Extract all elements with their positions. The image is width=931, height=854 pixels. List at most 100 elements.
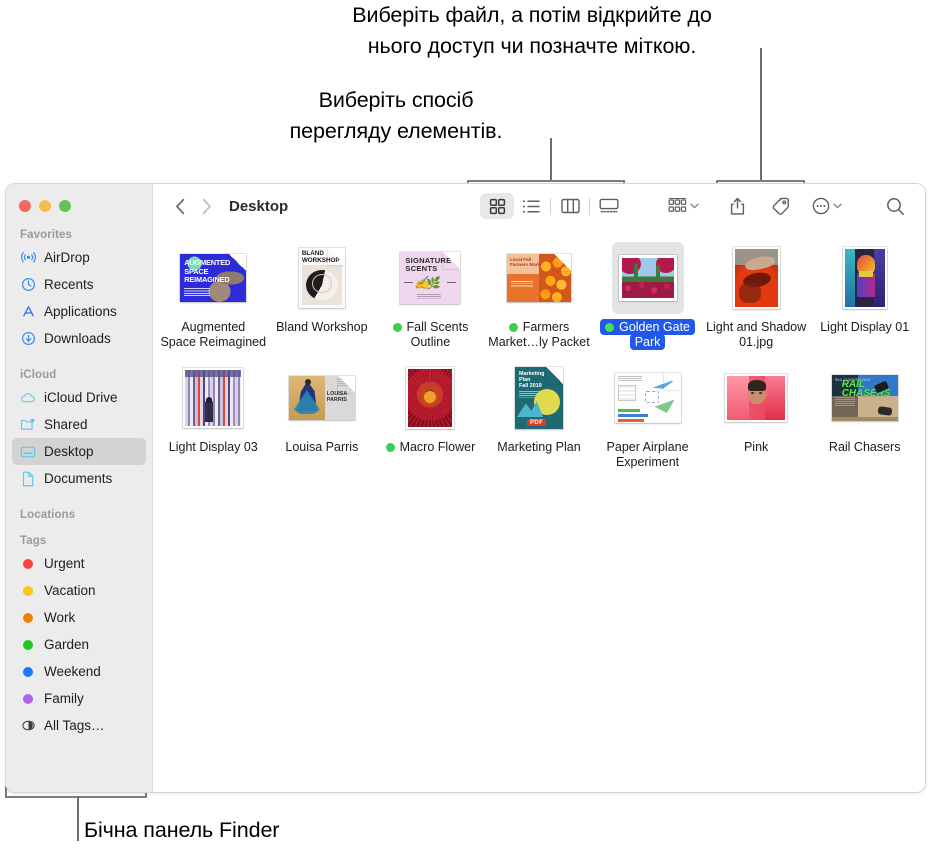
file-label: Golden Gate Park — [600, 319, 695, 350]
file-label: Marketing Plan — [497, 440, 581, 454]
sidebar-item-label: Garden — [44, 637, 90, 652]
file-label: Paper Airplane Experiment — [606, 440, 689, 469]
sidebar-item-label: Weekend — [44, 664, 101, 679]
sidebar-item-label: Downloads — [44, 331, 111, 346]
file-label: Light Display 03 — [168, 440, 258, 454]
icon-view-button[interactable] — [480, 193, 514, 219]
toolbar-divider — [589, 197, 590, 215]
sidebar-item-label: Recents — [44, 277, 94, 292]
tag-dot-icon — [392, 323, 402, 332]
file-grid-area: AUGMENTED SPACE REIMAGINED Augmented Space… — [153, 228, 925, 792]
file-thumbnail — [611, 242, 684, 314]
download-icon — [20, 331, 36, 347]
callout-view-mode-text: Виберіть спосіб перегляду елементів. — [289, 88, 503, 143]
sidebar-item-tag-family[interactable]: Family — [12, 685, 146, 712]
sidebar-item-applications[interactable]: Applications — [12, 298, 146, 325]
sidebar-item-documents[interactable]: Documents — [12, 465, 146, 492]
gallery-view-button[interactable] — [592, 193, 626, 219]
more-actions-button[interactable] — [808, 193, 846, 219]
callout-select-file-text: Виберіть файл, а потім відкрийте до ньог… — [352, 3, 712, 58]
sidebar-group-favorites-title: Favorites — [20, 229, 73, 241]
file-item[interactable]: Pink — [702, 356, 811, 470]
file-item[interactable]: LOUISA PARRIS Louisa Parris — [268, 356, 377, 470]
tag-dot-icon — [20, 664, 36, 680]
sidebar-item-tag-garden[interactable]: Garden — [12, 631, 146, 658]
sidebar-item-label: Family — [44, 691, 84, 706]
finder-window: Favorites AirDrop Recents Applications D… — [5, 183, 926, 793]
sidebar-item-label: Urgent — [44, 556, 85, 571]
sidebar-item-label: Work — [44, 610, 76, 625]
cloud-icon — [20, 390, 36, 406]
forward-button[interactable] — [193, 193, 219, 219]
file-label: Bland Workshop — [276, 320, 368, 334]
file-thumbnail — [394, 362, 466, 434]
sidebar-group-tags-title: Tags — [20, 535, 47, 547]
file-item-selected[interactable]: Golden Gate Park — [593, 236, 702, 350]
sidebar-item-airdrop[interactable]: AirDrop — [12, 244, 146, 271]
tag-dot-icon — [605, 323, 615, 332]
sidebar-item-tag-vacation[interactable]: Vacation — [12, 577, 146, 604]
minimize-button[interactable] — [39, 200, 51, 212]
sidebar-item-tag-urgent[interactable]: Urgent — [12, 550, 146, 577]
file-item[interactable]: Marketing Plan Fall 2019 PDF Marketing Pla… — [485, 356, 594, 470]
sidebar-item-label: AirDrop — [44, 250, 90, 265]
airdrop-icon — [20, 250, 36, 266]
file-label: Louisa Parris — [285, 440, 359, 454]
list-view-button[interactable] — [514, 193, 548, 219]
zoom-button[interactable] — [59, 200, 71, 212]
sidebar-item-all-tags[interactable]: All Tags… — [12, 712, 146, 739]
toolbar-divider — [550, 197, 551, 215]
leader-line-share — [760, 48, 762, 180]
file-thumbnail: BLAND WORKSHOP — [286, 242, 358, 314]
file-thumbnail: AUGMENTED SPACE REIMAGINED — [177, 242, 249, 314]
file-label: Fall Scents Outline — [392, 320, 468, 350]
sidebar-item-downloads[interactable]: Downloads — [12, 325, 146, 352]
file-item[interactable]: Light Display 03 — [159, 356, 268, 470]
finder-sidebar: Favorites AirDrop Recents Applications D… — [6, 184, 153, 792]
file-thumbnail — [720, 362, 792, 434]
sidebar-item-label: Shared — [44, 417, 88, 432]
applications-icon — [20, 304, 36, 320]
file-label: Augmented Space Reimagined — [160, 320, 267, 349]
file-item[interactable]: Paper Airplane Experiment — [593, 356, 702, 470]
tag-dot-icon — [20, 583, 36, 599]
sidebar-item-tag-work[interactable]: Work — [12, 604, 146, 631]
callout-sidebar-text: Бічна панель Finder — [84, 818, 280, 842]
sidebar-item-desktop[interactable]: Desktop — [12, 438, 146, 465]
sidebar-group-icloud-title: iCloud — [20, 369, 57, 381]
file-item[interactable]: Light Display 01 — [810, 236, 919, 350]
back-button[interactable] — [167, 193, 193, 219]
tag-dot-icon — [508, 323, 518, 332]
page-title: Desktop — [229, 197, 289, 215]
tag-dot-icon — [20, 691, 36, 707]
search-button[interactable] — [882, 193, 909, 219]
file-label: Light Display 01 — [820, 320, 910, 334]
close-button[interactable] — [19, 200, 31, 212]
tag-dot-icon — [20, 610, 36, 626]
file-item[interactable]: AUGMENTED SPACE REIMAGINED Augmented Space… — [159, 236, 268, 350]
all-tags-icon — [20, 718, 36, 734]
file-thumbnail — [177, 362, 249, 434]
file-thumbnail: LOUISA PARRIS — [286, 362, 358, 434]
file-label: Pink — [743, 440, 769, 454]
file-grid: AUGMENTED SPACE REIMAGINED Augmented Space… — [159, 236, 919, 470]
file-item[interactable]: Light and Shadow 01.jpg — [702, 236, 811, 350]
sidebar-item-recents[interactable]: Recents — [12, 271, 146, 298]
share-button[interactable] — [725, 193, 750, 219]
file-item[interactable]: Macro Flower — [376, 356, 485, 470]
file-thumbnail — [612, 362, 684, 434]
file-item[interactable]: Local Fall Farmers Market Farmers Market…… — [485, 236, 594, 350]
column-view-button[interactable] — [553, 193, 587, 219]
sidebar-item-shared[interactable]: Shared — [12, 411, 146, 438]
group-items-button[interactable] — [664, 193, 703, 219]
shared-folder-icon — [20, 417, 36, 433]
sidebar-item-tag-weekend[interactable]: Weekend — [12, 658, 146, 685]
document-icon — [20, 471, 36, 487]
leader-line-sidebar — [77, 797, 79, 841]
sidebar-item-icloud-drive[interactable]: iCloud Drive — [12, 384, 146, 411]
file-item[interactable]: SIGNATURE SCENTS ✍ 🌿 Fall Scents Outline — [376, 236, 485, 350]
file-thumbnail: SIGNATURE SCENTS ✍ 🌿 — [394, 242, 466, 314]
file-item[interactable]: BLAND WORKSHOP Bland Workshop — [268, 236, 377, 350]
tag-button[interactable] — [766, 193, 794, 219]
file-item[interactable]: RAIL CHASERS 2019 RAIL CHASERS Rail Chase… — [810, 356, 919, 470]
